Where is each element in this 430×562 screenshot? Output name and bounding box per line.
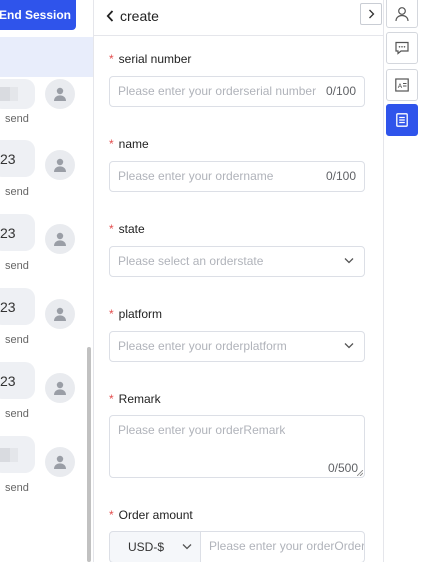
serial-number-label: * serial number — [109, 52, 192, 66]
panel-header: create — [94, 0, 383, 36]
send-status: send — [5, 334, 29, 346]
name-label: * name — [109, 137, 149, 151]
chat-message: 23 send — [0, 214, 93, 288]
rail-user-button[interactable] — [386, 0, 418, 28]
state-placeholder: Please select an orderstate — [118, 254, 264, 268]
rail-chat-button[interactable] — [386, 32, 418, 64]
serial-number-placeholder: Please enter your orderserial number — [118, 84, 317, 98]
remark-label: * Remark — [109, 392, 161, 406]
user-avatar-icon — [54, 232, 66, 246]
right-icon-rail: A — [384, 0, 430, 562]
remark-placeholder: Please enter your orderRemark — [118, 423, 286, 437]
send-status: send — [5, 408, 29, 420]
collapse-panel-button[interactable] — [360, 3, 382, 25]
chat-message: 23 send — [0, 362, 93, 436]
message-bubble — [0, 79, 35, 109]
message-bubble: 23 — [0, 214, 35, 251]
name-char-count: 0/100 — [325, 169, 356, 183]
back-label: create — [120, 8, 159, 24]
user-avatar-icon — [54, 87, 66, 101]
platform-label: * platform — [109, 307, 163, 321]
id-card-icon: A — [395, 78, 409, 92]
send-status: send — [5, 482, 29, 494]
required-mark: * — [109, 222, 114, 236]
currency-select[interactable]: USD-$ — [109, 531, 201, 562]
serial-number-char-count: 0/100 — [325, 84, 356, 98]
user-icon — [395, 6, 409, 21]
message-bubble: 23 — [0, 362, 35, 399]
user-avatar-icon — [54, 455, 66, 469]
back-button[interactable]: create — [106, 6, 159, 26]
send-status: send — [5, 113, 29, 125]
user-avatar-icon — [54, 307, 66, 321]
currency-value: USD-$ — [128, 540, 165, 554]
chevron-down-icon — [182, 544, 192, 550]
required-mark: * — [109, 307, 114, 321]
order-amount-label: * Order amount — [109, 508, 193, 522]
avatar — [45, 447, 75, 477]
user-avatar-icon — [54, 381, 66, 395]
name-placeholder: Please enter your ordername — [118, 169, 274, 183]
chat-message: 23 send — [0, 140, 93, 214]
required-mark: * — [109, 52, 114, 66]
message-bubble: 23 — [0, 140, 35, 177]
message-bubble — [0, 436, 35, 473]
end-session-button[interactable]: End Session — [0, 0, 76, 30]
remark-textarea[interactable]: Please enter your orderRemark 0/500 — [109, 415, 365, 478]
order-amount-group: USD-$ Please enter your orderOrder amoun… — [109, 531, 365, 562]
serial-number-input[interactable]: Please enter your orderserial number 0/1… — [109, 76, 365, 107]
order-amount-input[interactable]: Please enter your orderOrder amount — [200, 531, 365, 562]
avatar — [45, 224, 75, 254]
chat-banner — [0, 37, 93, 77]
chat-message: 23 send — [0, 288, 93, 362]
message-bubble: 23 — [0, 288, 35, 325]
name-input[interactable]: Please enter your ordername 0/100 — [109, 161, 365, 192]
remark-char-count: 0/500 — [327, 461, 358, 475]
state-select[interactable]: Please select an orderstate — [109, 246, 365, 277]
rail-id-card-button[interactable]: A — [386, 69, 418, 101]
chat-pane: End Session send 23 send 23 send 23 send… — [0, 0, 93, 562]
platform-placeholder: Please enter your orderplatform — [118, 339, 287, 353]
chat-scrollbar[interactable] — [87, 347, 91, 562]
user-avatar-icon — [54, 158, 66, 172]
chevron-right-icon — [368, 9, 374, 19]
chevron-down-icon — [344, 343, 354, 349]
order-list-icon — [396, 113, 408, 127]
chevron-left-icon — [106, 10, 114, 22]
send-status: send — [5, 260, 29, 272]
order-amount-placeholder: Please enter your orderOrder amount — [209, 539, 364, 553]
chevron-down-icon — [344, 258, 354, 264]
chat-message: send — [0, 436, 93, 510]
chat-bubble-icon — [395, 41, 409, 55]
avatar — [45, 299, 75, 329]
platform-select[interactable]: Please enter your orderplatform — [109, 331, 365, 362]
required-mark: * — [109, 137, 114, 151]
avatar — [45, 79, 75, 109]
svg-text:A: A — [398, 82, 403, 90]
required-mark: * — [109, 508, 114, 522]
avatar — [45, 373, 75, 403]
required-mark: * — [109, 392, 114, 406]
state-label: * state — [109, 222, 145, 236]
avatar — [45, 150, 75, 180]
send-status: send — [5, 186, 29, 198]
rail-order-button[interactable] — [386, 104, 418, 136]
create-order-panel: create * serial number Please enter your… — [94, 0, 383, 562]
resize-handle-icon[interactable] — [357, 470, 363, 476]
